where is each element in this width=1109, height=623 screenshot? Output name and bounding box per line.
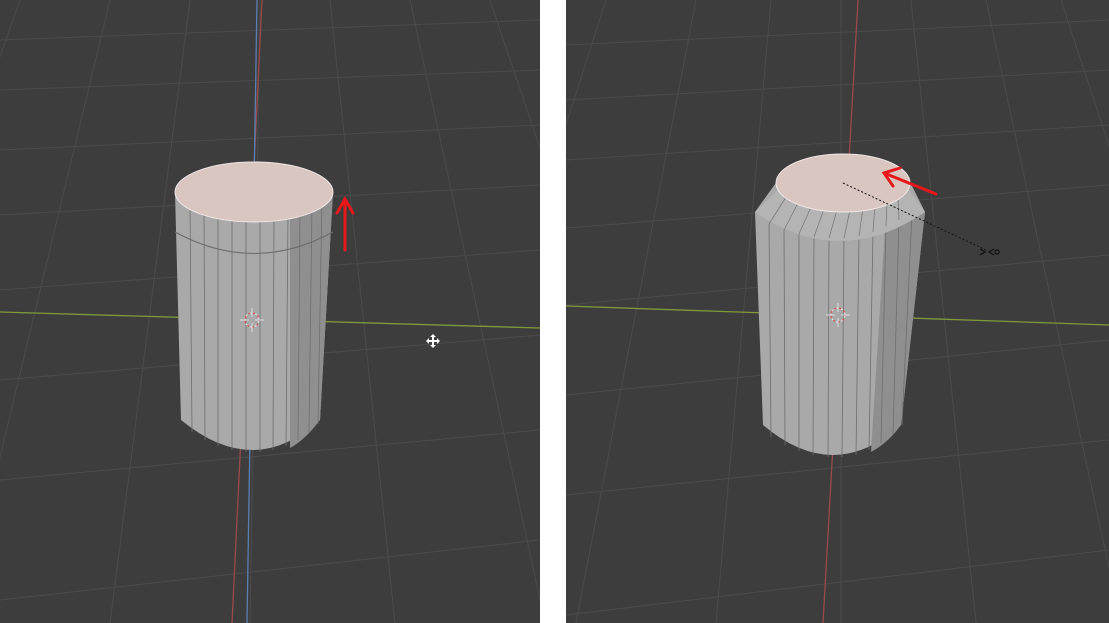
viewport-left[interactable] — [0, 0, 540, 623]
move-gizmo-icon[interactable] — [426, 334, 440, 348]
viewport-right[interactable] — [566, 0, 1109, 623]
cylinder-mesh[interactable] — [174, 161, 334, 452]
scene-left — [0, 0, 540, 623]
scale-pivot-icon[interactable] — [979, 248, 1000, 256]
scene-right — [566, 0, 1109, 623]
top-face-selected[interactable] — [174, 161, 334, 223]
extrude-up-arrow-icon — [335, 195, 355, 252]
cylinder-mesh[interactable] — [755, 153, 925, 458]
